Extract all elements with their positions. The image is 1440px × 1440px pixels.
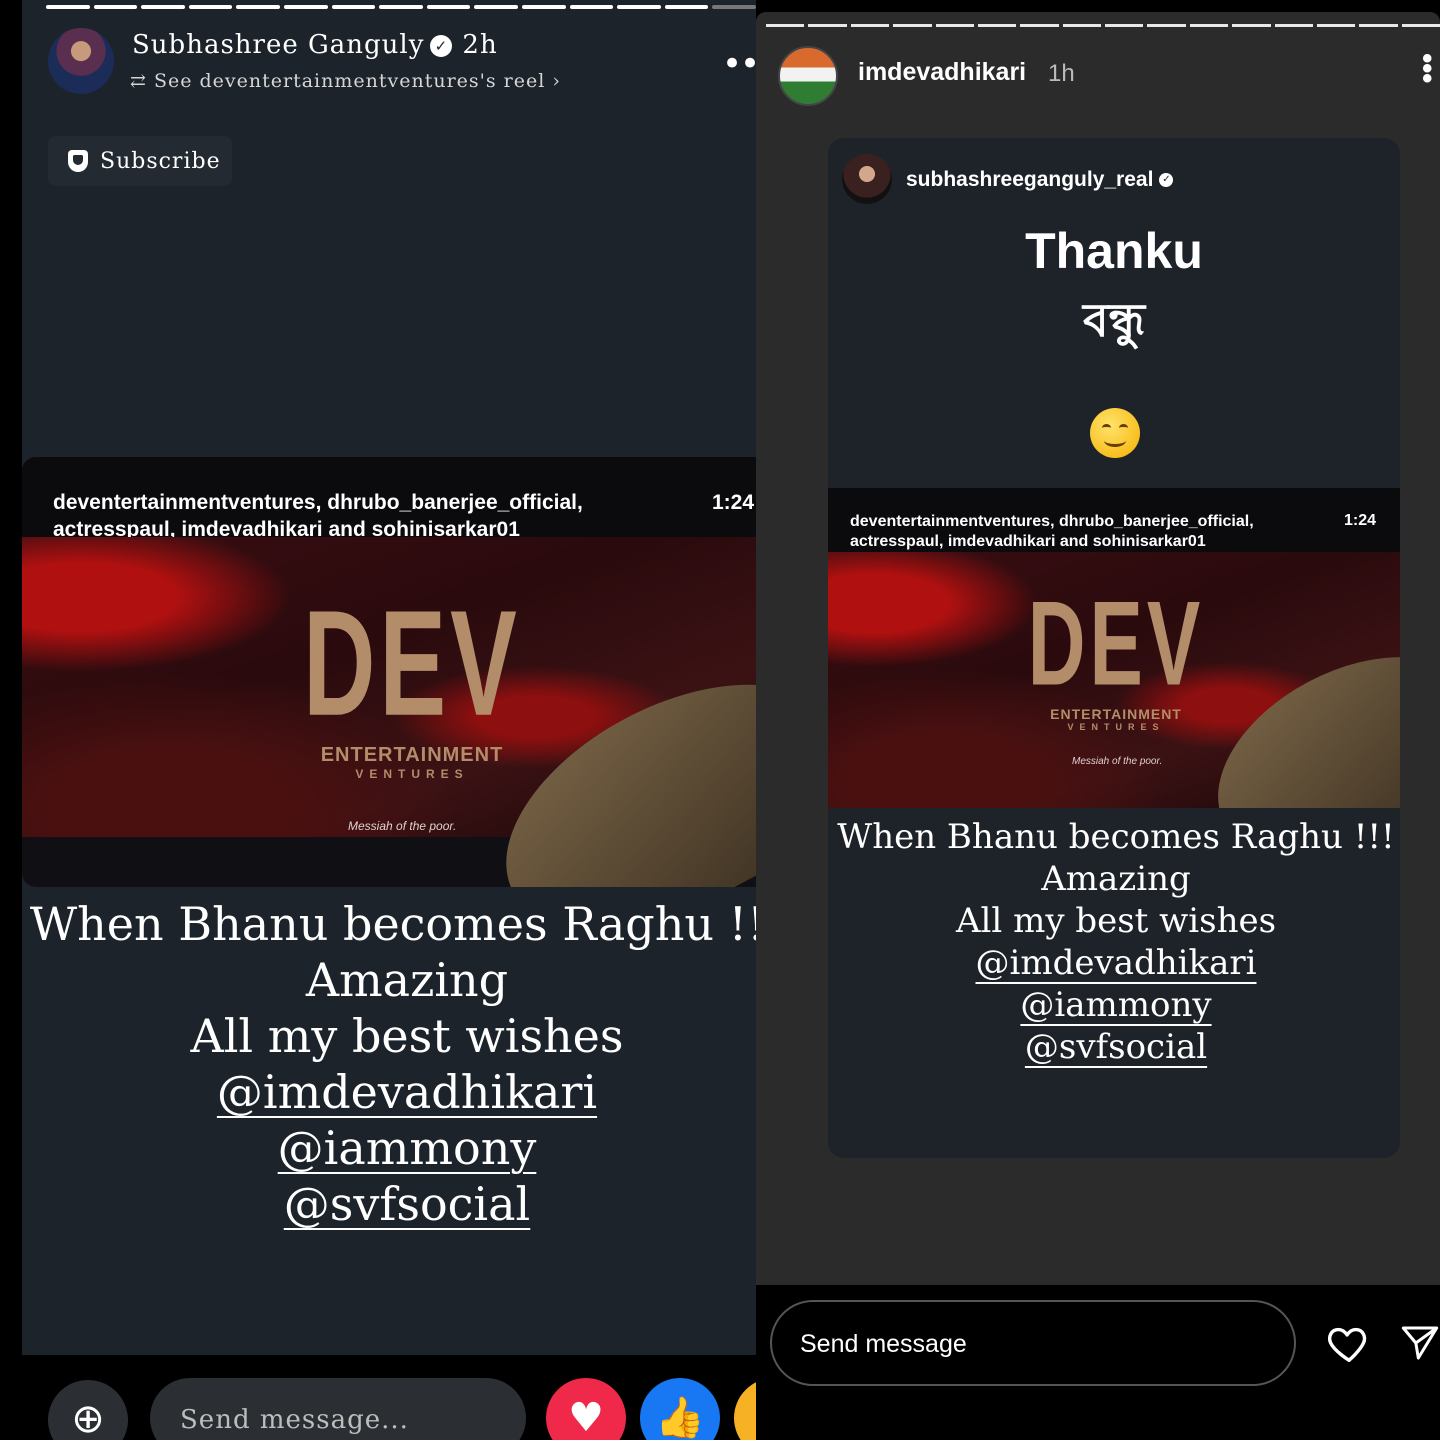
verified-badge-icon: ✓ bbox=[1159, 173, 1174, 188]
caption-line: Amazing bbox=[1041, 859, 1191, 899]
caption-line: All my best wishes bbox=[955, 901, 1277, 941]
reel-tagged-users: deventertainmentventures, dhrubo_banerje… bbox=[850, 513, 1254, 550]
reshare-text: See deventertainmentventures's reel bbox=[153, 70, 546, 92]
mention-link[interactable]: @svfsocial bbox=[22, 1176, 756, 1232]
shared-from-username[interactable]: subhashreeganguly_real ✓ bbox=[906, 168, 1174, 192]
mention-link[interactable]: @imdevadhikari bbox=[828, 942, 1400, 984]
facebook-story: Subhashree Ganguly ✓ 2h ⇄ See deventertain… bbox=[22, 0, 756, 1440]
reel-tagged-users: deventertainmentventures, dhrubo_banerje… bbox=[53, 491, 583, 541]
story-headline-bengali: বন্ধু bbox=[1082, 293, 1146, 347]
subscribe-button[interactable]: Subscribe bbox=[48, 136, 232, 186]
story-author-header[interactable]: Subhashree Ganguly ✓ 2h bbox=[132, 30, 498, 60]
smiling-face-emoji-icon bbox=[1090, 408, 1140, 458]
caption-line: When Bhanu becomes Raghu !!! bbox=[29, 897, 756, 951]
story-caption: When Bhanu becomes Raghu !!! Amazing All… bbox=[828, 816, 1400, 1068]
story-username[interactable]: imdevadhikari bbox=[858, 58, 1026, 87]
message-input[interactable]: Send message... bbox=[150, 1378, 526, 1440]
story-time: 2h bbox=[462, 30, 498, 60]
dev-logo: DEV ENTERTAINMENT VENTURES bbox=[303, 579, 521, 781]
message-input[interactable]: Send message bbox=[770, 1300, 1296, 1386]
shared-reel-preview[interactable]: deventertainmentventures, dhrubo_banerje… bbox=[22, 457, 756, 887]
verified-badge-icon: ✓ bbox=[430, 35, 453, 57]
heart-icon[interactable] bbox=[1326, 1320, 1372, 1366]
mention-link[interactable]: @iammony bbox=[22, 1120, 756, 1176]
reel-tagline: Messiah of the poor. bbox=[348, 819, 457, 833]
mention-link[interactable]: @imdevadhikari bbox=[22, 1064, 756, 1120]
chevron-right-icon: › bbox=[552, 70, 561, 92]
reel-duration: 1:24 bbox=[712, 491, 755, 514]
instagram-story: imdevadhikari 1h • • • subhashreeganguly_r… bbox=[756, 0, 1440, 1440]
story-caption: When Bhanu becomes Raghu !!! Amazing All… bbox=[22, 896, 756, 1232]
more-dots-icon[interactable]: ••• bbox=[1422, 44, 1433, 94]
reel-tagline: Messiah of the poor. bbox=[1072, 756, 1163, 767]
shared-reel-preview[interactable]: deventertainmentventures, dhrubo_banerje… bbox=[828, 488, 1400, 808]
mention-link[interactable]: @iammony bbox=[828, 984, 1400, 1026]
caption-line: Amazing bbox=[305, 953, 509, 1007]
caption-line: When Bhanu becomes Raghu !!! bbox=[837, 817, 1395, 857]
shield-icon bbox=[68, 150, 88, 172]
shared-from-avatar bbox=[842, 154, 892, 204]
mention-link[interactable]: @svfsocial bbox=[828, 1026, 1400, 1068]
caption-line: All my best wishes bbox=[190, 1009, 624, 1063]
more-dots-icon[interactable]: ••• bbox=[722, 44, 756, 84]
reel-thumbnail: DEV ENTERTAINMENT VENTURES Messiah of th… bbox=[22, 537, 756, 887]
repost-icon: ⇄ bbox=[130, 70, 147, 92]
reshared-story-card[interactable]: subhashreeganguly_real ✓ Thanku বন্ধু dev… bbox=[828, 138, 1400, 1158]
author-avatar[interactable] bbox=[48, 28, 114, 94]
subscribe-label: Subscribe bbox=[100, 148, 221, 174]
reel-thumbnail: DEV ENTERTAINMENT VENTURES Messiah of th… bbox=[828, 552, 1400, 808]
story-headline: Thanku bbox=[1025, 223, 1203, 279]
reshare-link[interactable]: ⇄ See deventertainmentventures's reel › bbox=[130, 70, 561, 92]
author-name[interactable]: Subhashree Ganguly bbox=[132, 30, 424, 60]
story-progress-bar bbox=[766, 24, 1440, 27]
send-icon[interactable] bbox=[1400, 1322, 1440, 1364]
story-progress-bar bbox=[46, 5, 756, 9]
user-avatar[interactable] bbox=[778, 46, 838, 106]
reel-duration: 1:24 bbox=[1344, 512, 1377, 529]
story-time: 1h bbox=[1048, 60, 1075, 87]
dev-logo: DEV ENTERTAINMENT VENTURES bbox=[1027, 576, 1205, 733]
